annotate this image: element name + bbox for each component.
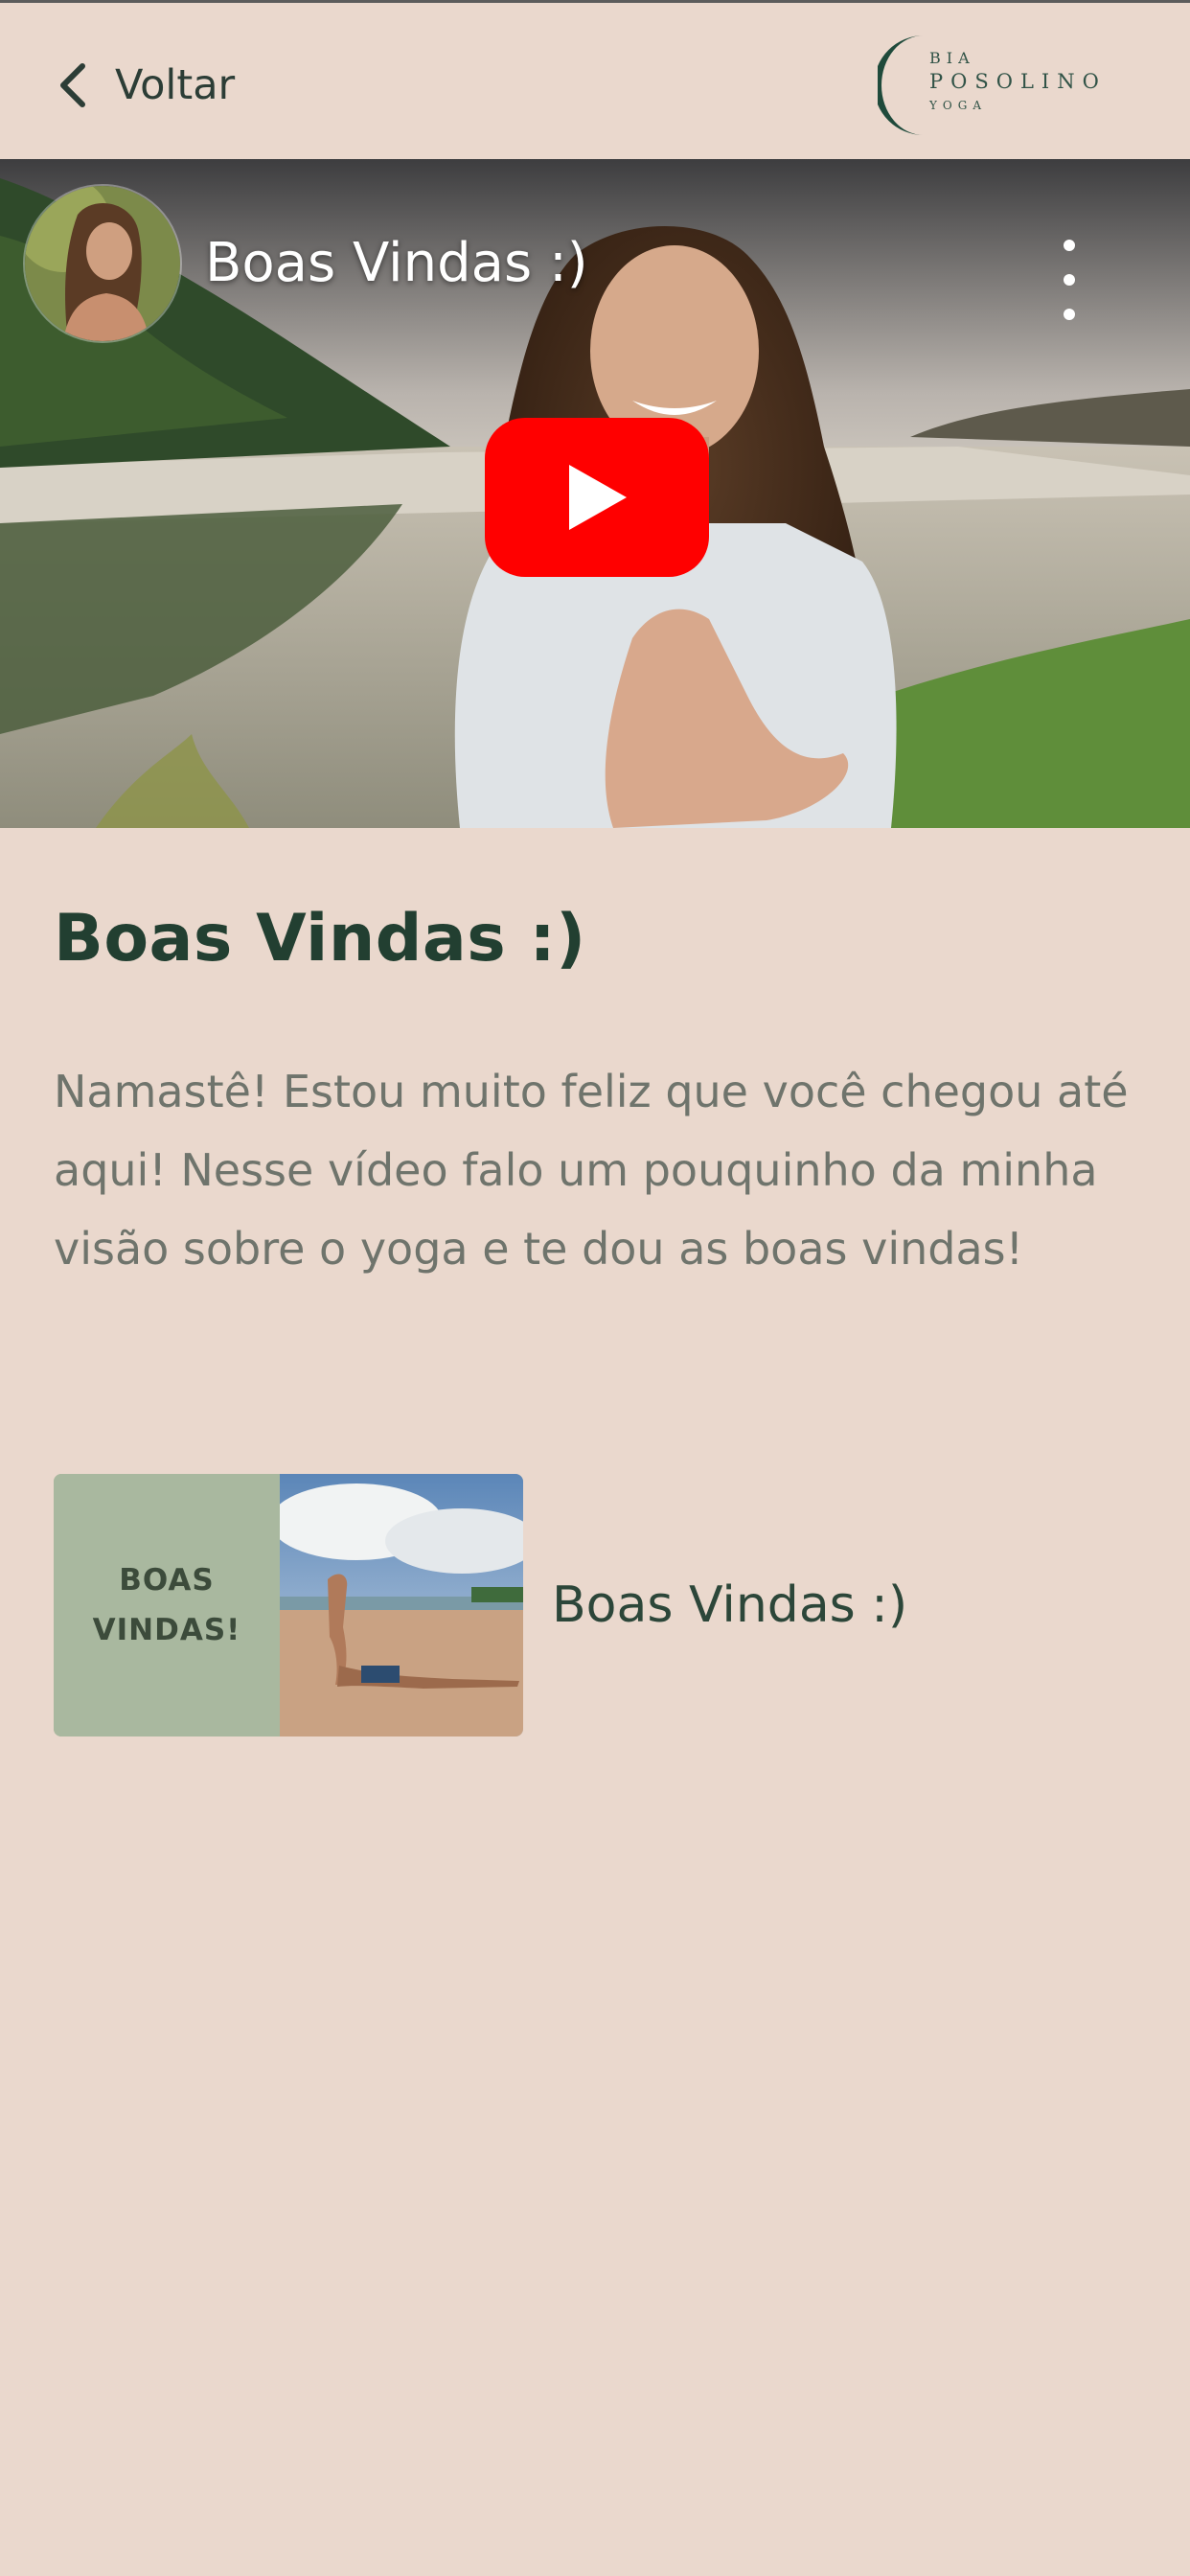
back-label: Voltar	[115, 61, 236, 109]
play-icon	[569, 465, 627, 530]
thumbnail-text-panel: BOAS VINDAS!	[54, 1474, 280, 1736]
logo-text-line3: YOGA	[929, 99, 988, 112]
brand-logo: BIA POSOLINO YOGA	[878, 30, 1127, 141]
lesson-item-label: Boas Vindas :)	[552, 1576, 908, 1634]
thumbnail-beach-photo	[280, 1474, 523, 1736]
kebab-dot	[1064, 240, 1075, 251]
lesson-thumbnail: BOAS VINDAS!	[54, 1474, 523, 1736]
logo-text-line1: BIA	[929, 49, 975, 67]
video-player[interactable]: Boas Vindas :)	[0, 159, 1190, 828]
lesson-list-item[interactable]: BOAS VINDAS! Boas Vindas :)	[54, 1474, 1146, 1736]
thumbnail-text-line1: BOAS	[119, 1563, 215, 1598]
kebab-dot	[1064, 274, 1075, 286]
kebab-dot	[1064, 309, 1075, 320]
video-title: Boas Vindas :)	[205, 232, 588, 294]
lesson-description: Namastê! Estou muito feliz que você cheg…	[54, 1066, 1129, 1275]
thumbnail-text-line2: VINDAS!	[92, 1613, 241, 1647]
back-button[interactable]: Voltar	[56, 53, 235, 118]
play-button[interactable]	[485, 418, 709, 577]
crescent-moon-icon	[878, 35, 924, 135]
top-bar: Voltar BIA POSOLINO YOGA	[0, 0, 1190, 159]
channel-avatar[interactable]	[23, 184, 182, 343]
logo-text-line2: POSOLINO	[929, 70, 1107, 93]
lesson-title: Boas Vindas :)	[54, 901, 586, 977]
more-options-icon[interactable]	[1048, 240, 1090, 320]
avatar-image	[25, 186, 180, 341]
chevron-left-icon	[60, 63, 85, 107]
